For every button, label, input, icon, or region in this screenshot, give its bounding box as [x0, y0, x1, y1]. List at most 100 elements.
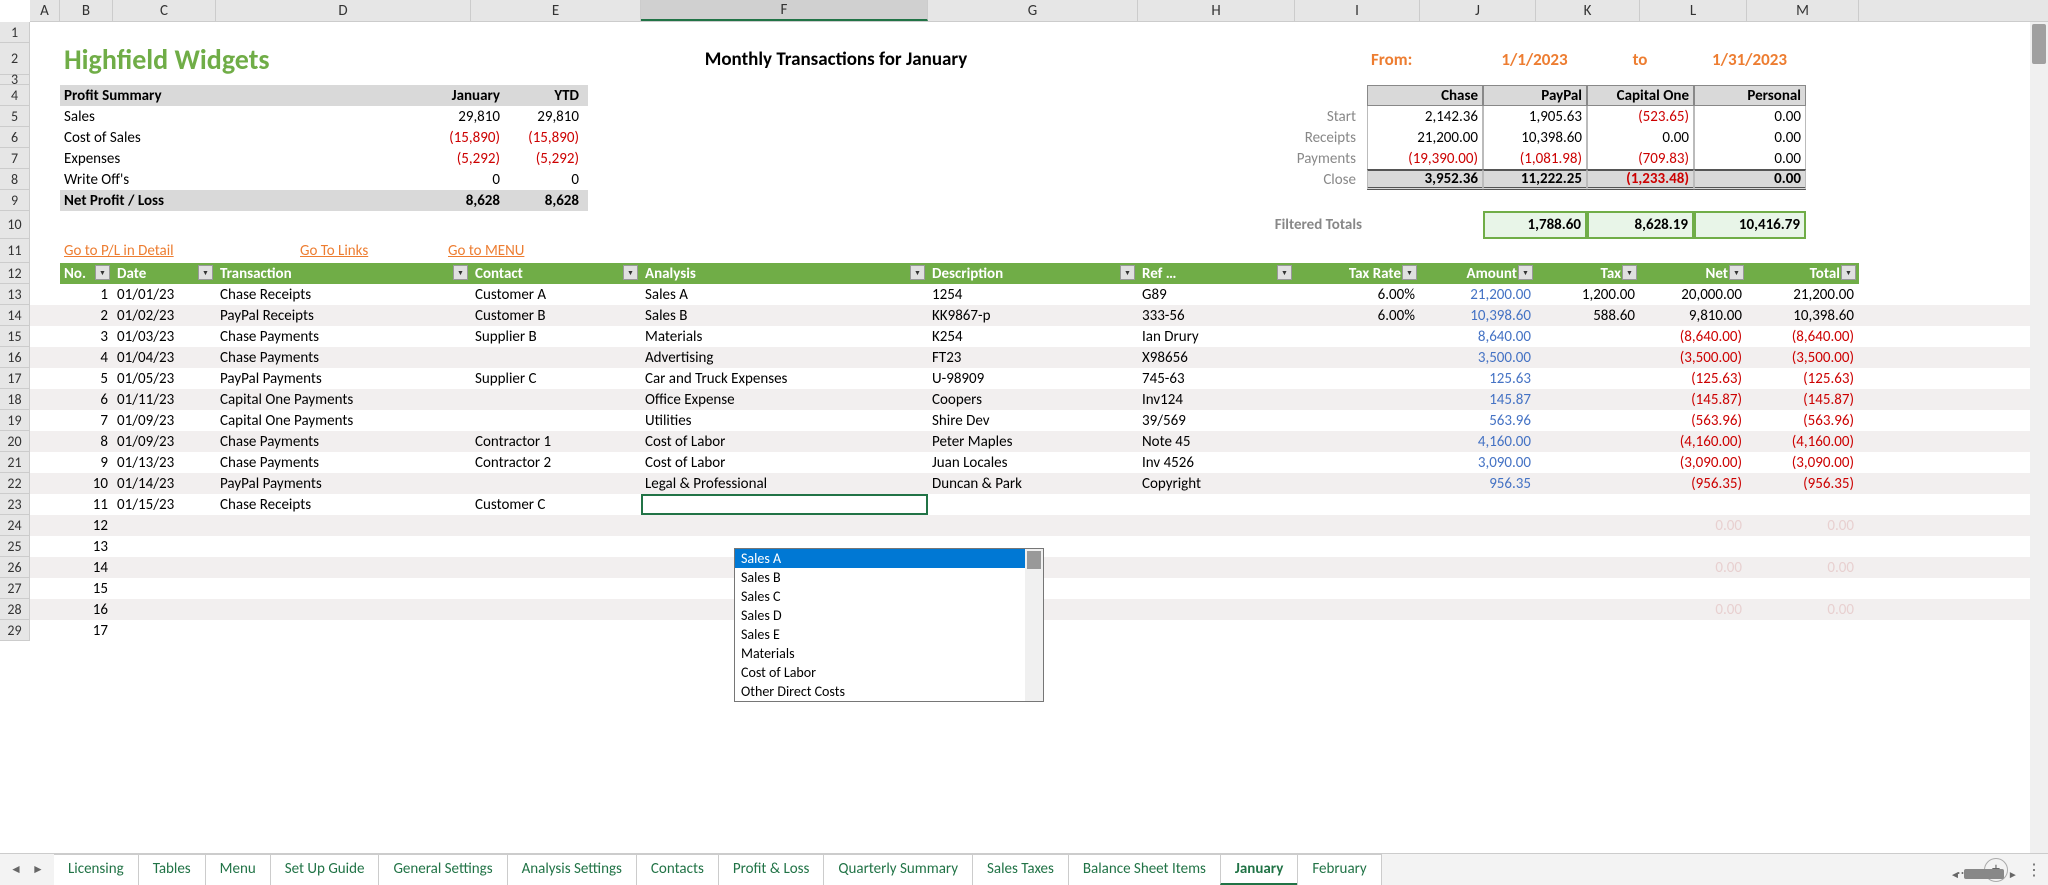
cell-txn[interactable]: Chase Receipts [216, 284, 471, 305]
row-header-26[interactable]: 26 [0, 557, 30, 578]
cell-amount[interactable]: 3,090.00 [1420, 452, 1536, 473]
row-header-19[interactable]: 19 [0, 410, 30, 431]
cell-amount[interactable] [1420, 578, 1536, 599]
filter-icon[interactable] [1402, 265, 1417, 280]
filter-icon[interactable] [95, 265, 110, 280]
cell-net[interactable]: (956.35) [1640, 473, 1747, 494]
vscroll-thumb[interactable] [2032, 24, 2046, 64]
cell-date[interactable]: 01/14/23 [113, 473, 216, 494]
cell-total[interactable]: (125.63) [1747, 368, 1859, 389]
cell-contact[interactable] [471, 536, 641, 557]
cell-date[interactable] [113, 536, 216, 557]
cell-analysis[interactable]: Advertising [641, 347, 928, 368]
cell-tax[interactable] [1536, 620, 1640, 641]
cell-analysis[interactable]: Office Expense [641, 389, 928, 410]
cell-desc[interactable]: FT23 [928, 347, 1138, 368]
cell-tax[interactable] [1536, 599, 1640, 620]
cell-amount[interactable]: 3,500.00 [1420, 347, 1536, 368]
cell-desc[interactable]: Shire Dev [928, 410, 1138, 431]
col-header-C[interactable]: C [113, 0, 216, 21]
col-header-K[interactable]: K [1536, 0, 1640, 21]
cell-net[interactable]: 20,000.00 [1640, 284, 1747, 305]
cell-total[interactable]: (8,640.00) [1747, 326, 1859, 347]
cell-ref[interactable]: 333-56 [1138, 305, 1295, 326]
tab-nav-prev[interactable]: ◄ [8, 862, 24, 878]
cell-rate[interactable] [1295, 494, 1420, 515]
cell-no[interactable]: 9 [60, 452, 113, 473]
cell-ref[interactable]: G89 [1138, 284, 1295, 305]
cell-analysis[interactable]: Utilities [641, 410, 928, 431]
cell-no[interactable]: 6 [60, 389, 113, 410]
cell-ref[interactable] [1138, 494, 1295, 515]
cell-analysis-active[interactable] [641, 494, 928, 515]
col-header-I[interactable]: I [1295, 0, 1420, 21]
sheet-tab-contacts[interactable]: Contacts [636, 854, 719, 885]
cell-contact[interactable] [471, 389, 641, 410]
cell-tax[interactable] [1536, 326, 1640, 347]
cell-amount[interactable]: 125.63 [1420, 368, 1536, 389]
cell-txn[interactable] [216, 578, 471, 599]
row-header-3[interactable]: 3 [0, 75, 30, 85]
cell-analysis[interactable]: Cost of Labor [641, 452, 928, 473]
cell-analysis[interactable]: Sales B [641, 305, 928, 326]
cell-contact[interactable] [471, 347, 641, 368]
row-header-24[interactable]: 24 [0, 515, 30, 536]
cell-amount[interactable]: 956.35 [1420, 473, 1536, 494]
cell-date[interactable]: 01/15/23 [113, 494, 216, 515]
cell-net[interactable]: (3,090.00) [1640, 452, 1747, 473]
cell-date[interactable]: 01/09/23 [113, 431, 216, 452]
table-header-8[interactable]: Amount [1420, 263, 1536, 284]
dropdown-item[interactable]: Sales E [735, 625, 1043, 644]
sheet-tab-menu[interactable]: Menu [205, 854, 271, 885]
cell-analysis[interactable] [641, 515, 928, 536]
cell-ref[interactable] [1138, 599, 1295, 620]
cell-net[interactable]: 9,810.00 [1640, 305, 1747, 326]
cell-analysis[interactable]: Materials [641, 326, 928, 347]
cell-net[interactable] [1640, 536, 1747, 557]
cell-txn[interactable] [216, 557, 471, 578]
cell-rate[interactable] [1295, 620, 1420, 641]
cell-txn[interactable] [216, 536, 471, 557]
cell-total[interactable]: 0.00 [1747, 599, 1859, 620]
cell-rate[interactable] [1295, 536, 1420, 557]
cell-total[interactable]: (956.35) [1747, 473, 1859, 494]
cell-desc[interactable]: U-98909 [928, 368, 1138, 389]
sheet-tab-balance-sheet-items[interactable]: Balance Sheet Items [1068, 854, 1221, 885]
cell-desc[interactable]: Juan Locales [928, 452, 1138, 473]
cell-rate[interactable] [1295, 515, 1420, 536]
cell-amount[interactable]: 8,640.00 [1420, 326, 1536, 347]
cell-amount[interactable] [1420, 494, 1536, 515]
dropdown-item[interactable]: Sales D [735, 606, 1043, 625]
cell-no[interactable]: 10 [60, 473, 113, 494]
cell-net[interactable]: (145.87) [1640, 389, 1747, 410]
col-header-D[interactable]: D [216, 0, 471, 21]
sheet-tab-tables[interactable]: Tables [138, 854, 206, 885]
cell-contact[interactable]: Customer C [471, 494, 641, 515]
cell-net[interactable]: (3,500.00) [1640, 347, 1747, 368]
cell-desc[interactable] [928, 515, 1138, 536]
sheet-tab-analysis-settings[interactable]: Analysis Settings [507, 854, 637, 885]
cell-contact[interactable] [471, 620, 641, 641]
cell-ref[interactable]: Inv124 [1138, 389, 1295, 410]
cell-rate[interactable] [1295, 389, 1420, 410]
filter-icon[interactable] [453, 265, 468, 280]
cell-desc[interactable]: K254 [928, 326, 1138, 347]
dropdown-item[interactable]: Sales B [735, 568, 1043, 587]
cell-txn[interactable]: Chase Payments [216, 452, 471, 473]
dropdown-item[interactable]: Sales C [735, 587, 1043, 606]
row-header-18[interactable]: 18 [0, 389, 30, 410]
table-header-4[interactable]: Analysis [641, 263, 928, 284]
cell-total[interactable]: (4,160.00) [1747, 431, 1859, 452]
row-header-17[interactable]: 17 [0, 368, 30, 389]
cell-date[interactable]: 01/04/23 [113, 347, 216, 368]
sheet-tab-sales-taxes[interactable]: Sales Taxes [972, 854, 1069, 885]
cell-tax[interactable] [1536, 347, 1640, 368]
cell-net[interactable]: 0.00 [1640, 599, 1747, 620]
cell-no[interactable]: 16 [60, 599, 113, 620]
cell-analysis[interactable]: Sales A [641, 284, 928, 305]
cell-contact[interactable]: Customer B [471, 305, 641, 326]
table-header-10[interactable]: Net [1640, 263, 1747, 284]
cell-tax[interactable] [1536, 431, 1640, 452]
sheet-tab-set-up-guide[interactable]: Set Up Guide [270, 854, 380, 885]
cell-txn[interactable]: PayPal Payments [216, 368, 471, 389]
